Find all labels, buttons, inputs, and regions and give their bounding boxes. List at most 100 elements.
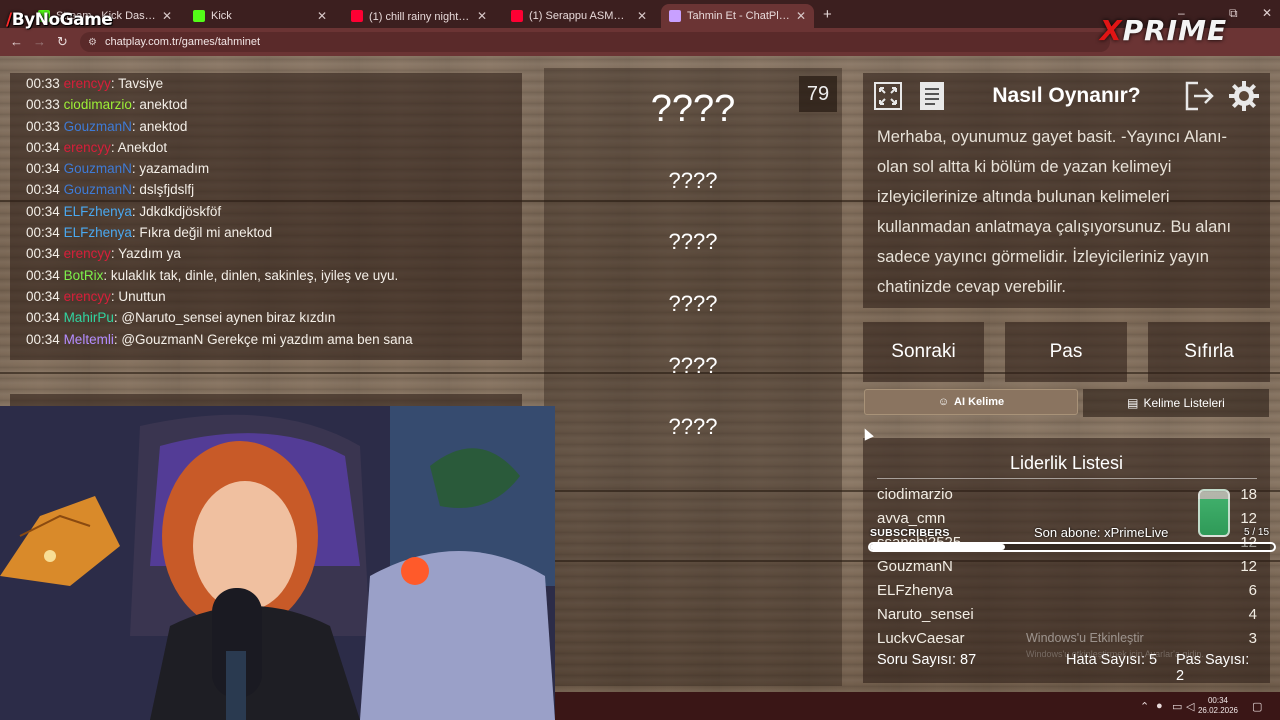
close-tab-icon[interactable]: ✕ bbox=[796, 9, 806, 23]
target-word: ???? bbox=[650, 88, 736, 130]
chat-message: 00:33 ciodimarzio: anektod bbox=[26, 97, 188, 113]
forward-icon[interactable]: → bbox=[33, 34, 46, 49]
bynogame-logo: /ByNoGame bbox=[6, 10, 113, 30]
chat-username[interactable]: erencyy bbox=[64, 246, 111, 261]
new-tab-button[interactable]: + bbox=[823, 6, 832, 23]
player-name: ciodimarzio bbox=[877, 486, 953, 503]
next-button[interactable]: Sonraki bbox=[863, 322, 984, 382]
chat-panel[interactable]: 00:33 erencyy: Tavsiye 00:33 ciodimarzio:… bbox=[10, 73, 522, 360]
clipboard-icon: ▤ bbox=[1127, 396, 1139, 410]
close-tab-icon[interactable]: ✕ bbox=[637, 9, 647, 23]
word-lists-button[interactable]: ▤ Kelime Listeleri bbox=[1083, 389, 1269, 417]
forbidden-word: ???? bbox=[668, 291, 718, 316]
chat-username[interactable]: GouzmanN bbox=[64, 161, 132, 176]
notification-icon[interactable]: ▢ bbox=[1252, 700, 1262, 713]
kick-icon bbox=[193, 10, 205, 22]
how-to-play-text: Merhaba, oyunumuz gayet basit. -Yayıncı … bbox=[877, 128, 1232, 296]
exit-icon[interactable] bbox=[1182, 78, 1218, 114]
chat-time: 00:33 bbox=[26, 76, 60, 91]
chat-username[interactable]: ELFzhenya bbox=[64, 204, 132, 219]
site-info-icon[interactable]: ⚙ bbox=[88, 37, 97, 48]
chat-message: 00:34 erencyy: Unuttun bbox=[26, 288, 166, 304]
subscribers-label: SUBSCRIBERS bbox=[870, 527, 950, 539]
close-tab-icon[interactable]: ✕ bbox=[317, 9, 327, 23]
chat-username[interactable]: MahirPu bbox=[64, 310, 114, 325]
volume-icon[interactable]: ◁ bbox=[1186, 700, 1194, 713]
chatplay-icon bbox=[669, 10, 681, 22]
url-field[interactable]: ⚙ chatplay.com.tr/games/tahminet bbox=[80, 32, 1110, 52]
microphone-icon[interactable]: ● bbox=[1156, 700, 1163, 712]
player-name: GouzmanN bbox=[877, 558, 953, 575]
leaderboard-divider bbox=[877, 478, 1257, 479]
pass-button[interactable]: Pas bbox=[1005, 322, 1127, 382]
chat-text: Fıkra değil mi anektod bbox=[139, 225, 273, 241]
chat-text: @GouzmanN Gerekçe mi yazdım ama ben sana bbox=[121, 331, 413, 347]
chat-username[interactable]: erencyy bbox=[64, 289, 111, 304]
browser-tab[interactable]: Tahmin Et - ChatPlay ✕ bbox=[661, 4, 814, 28]
player-name: Naruto_sensei bbox=[877, 606, 974, 623]
forbidden-word: ???? bbox=[668, 168, 718, 193]
chat-message: 00:33 erencyy: Tavsiye bbox=[26, 76, 164, 91]
chat-message: 00:34 MahirPu: @Naruto_sensei aynen bira… bbox=[26, 310, 336, 326]
chat-username[interactable]: Meltemli bbox=[64, 332, 114, 347]
browser-tab[interactable]: Kick ✕ bbox=[185, 4, 335, 28]
chat-text: dslşfjdslfj bbox=[139, 182, 195, 198]
xprime-logo: XPRIME bbox=[1100, 14, 1228, 47]
chat-username[interactable]: ELFzhenya bbox=[64, 225, 132, 240]
player-score: 6 bbox=[1248, 582, 1257, 599]
back-icon[interactable]: ← bbox=[10, 34, 23, 49]
chat-text: anektod bbox=[139, 97, 188, 113]
chat-username[interactable]: erencyy bbox=[64, 76, 111, 91]
chat-time: 00:34 bbox=[26, 225, 60, 241]
chat-username[interactable]: ciodimarzio bbox=[64, 97, 132, 112]
chat-username[interactable]: GouzmanN bbox=[64, 182, 132, 197]
player-name: ELFzhenya bbox=[877, 582, 953, 599]
chat-time: 00:34 bbox=[26, 331, 60, 347]
player-name: LuckyCaesar bbox=[877, 630, 965, 643]
network-icon[interactable]: ▭ bbox=[1172, 700, 1182, 713]
last-subscriber: Son abone: xPrimeLive bbox=[1034, 525, 1169, 540]
subscriber-count: 5 / 15 bbox=[1244, 527, 1270, 538]
chevron-up-icon[interactable]: ⌃ bbox=[1140, 700, 1149, 713]
chat-message: 00:34 BotRix: kulaklık tak, dinle, dinle… bbox=[26, 267, 399, 283]
chat-username[interactable]: GouzmanN bbox=[64, 119, 132, 134]
reset-button[interactable]: Sıfırla bbox=[1148, 322, 1270, 382]
restore-button[interactable]: ⧉ bbox=[1229, 6, 1238, 21]
browser-tab[interactable]: (1) chill rainy night lofi ☁ ✕ bbox=[343, 4, 495, 28]
tab-title: Tahmin Et - ChatPlay bbox=[687, 10, 790, 22]
chat-message: 00:34 GouzmanN: yazamadım bbox=[26, 161, 210, 177]
player-score: 3 bbox=[1248, 630, 1257, 643]
youtube-icon bbox=[351, 10, 363, 22]
gear-icon[interactable] bbox=[1226, 78, 1262, 114]
leaderboard-title: Liderlik Listesi bbox=[1009, 453, 1124, 473]
close-tab-icon[interactable]: ✕ bbox=[477, 9, 487, 23]
chat-text: kulaklık tak, dinle, dinlen, sakinleş, i… bbox=[110, 267, 399, 283]
chat-username[interactable]: BotRix bbox=[64, 268, 104, 283]
chat-username[interactable]: erencyy bbox=[64, 140, 111, 155]
chat-message: 00:34 GouzmanN: dslşfjdslfj bbox=[26, 182, 195, 198]
chat-message: 00:34 ELFzhenya: Jdkdkdjöskföf bbox=[26, 203, 222, 219]
tab-title: (1) Serappu ASMR tarafından p bbox=[529, 10, 631, 22]
player-score: 12 bbox=[1240, 510, 1257, 527]
browser-tab[interactable]: (1) Serappu ASMR tarafından p ✕ bbox=[503, 4, 655, 28]
player-score: 4 bbox=[1248, 606, 1257, 623]
forbidden-word: ???? bbox=[668, 414, 718, 439]
close-tab-icon[interactable]: ✕ bbox=[162, 9, 172, 23]
chat-time: 00:34 bbox=[26, 161, 60, 177]
close-window-button[interactable]: ✕ bbox=[1262, 6, 1272, 20]
ai-word-button[interactable]: ☺ AI Kelime bbox=[864, 389, 1078, 415]
reload-icon[interactable]: ↻ bbox=[57, 34, 68, 50]
forbidden-word: ???? bbox=[668, 353, 718, 378]
chat-text: Unuttun bbox=[118, 288, 166, 304]
question-count: Soru Sayısı: 87 bbox=[877, 652, 977, 668]
chat-time: 00:34 bbox=[26, 139, 60, 155]
chat-text: Jdkdkdjöskföf bbox=[139, 203, 222, 219]
chat-message: 00:34 ELFzhenya: Fıkra değil mi anektod bbox=[26, 225, 273, 241]
windows-activation-subtext: Windows'u etkinleştirmek için Ayarlar'a … bbox=[1026, 649, 1204, 659]
taskbar-clock[interactable]: 00:34 26.02.2026 bbox=[1196, 696, 1240, 716]
chat-message: 00:33 GouzmanN: anektod bbox=[26, 118, 188, 134]
chat-time: 00:34 bbox=[26, 288, 60, 304]
subscriber-progress-fill bbox=[870, 544, 1005, 550]
leaderboard-row: Naruto_sensei 4 bbox=[877, 606, 1257, 623]
player-score: 18 bbox=[1240, 486, 1257, 503]
